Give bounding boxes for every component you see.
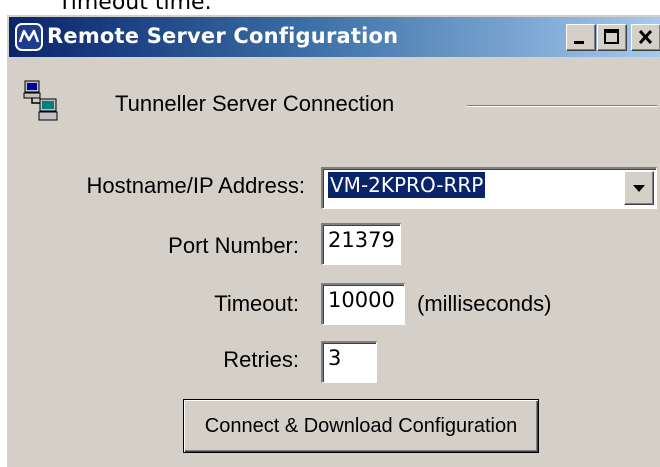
hostname-dropdown-button[interactable] bbox=[624, 171, 654, 205]
timeout-label: Timeout: bbox=[214, 291, 299, 316]
remote-server-config-window: Remote Server Configuration Tunneller Se… bbox=[6, 14, 660, 467]
maximize-icon bbox=[604, 29, 619, 44]
close-button[interactable] bbox=[631, 24, 660, 51]
timeout-input[interactable]: 10000 bbox=[321, 283, 405, 325]
maximize-button[interactable] bbox=[597, 24, 627, 51]
network-computers-icon bbox=[23, 80, 58, 121]
chevron-down-icon bbox=[633, 185, 645, 192]
hostname-value[interactable]: VM-2KPRO-RRP bbox=[328, 172, 486, 198]
port-label: Port Number: bbox=[168, 233, 299, 258]
minimize-button[interactable] bbox=[566, 24, 596, 51]
group-divider bbox=[467, 105, 657, 107]
retries-input[interactable]: 3 bbox=[321, 341, 377, 383]
port-input[interactable]: 21379 bbox=[321, 223, 401, 265]
minimize-icon bbox=[574, 41, 584, 44]
hostname-label: Hostname/IP Address: bbox=[86, 173, 306, 198]
window-title: Remote Server Configuration bbox=[47, 24, 399, 48]
background-partial-text: Timeout time. bbox=[58, 0, 212, 15]
timeout-units: (milliseconds) bbox=[417, 291, 552, 316]
title-bar[interactable]: Remote Server Configuration bbox=[9, 17, 660, 57]
remote-config-logo-icon bbox=[15, 23, 43, 51]
group-title: Tunneller Server Connection bbox=[115, 91, 395, 116]
connect-download-button[interactable]: Connect & Download Configuration bbox=[183, 399, 539, 453]
close-icon bbox=[638, 29, 653, 45]
hostname-combobox[interactable]: VM-2KPRO-RRP bbox=[321, 167, 657, 209]
retries-label: Retries: bbox=[223, 347, 299, 372]
